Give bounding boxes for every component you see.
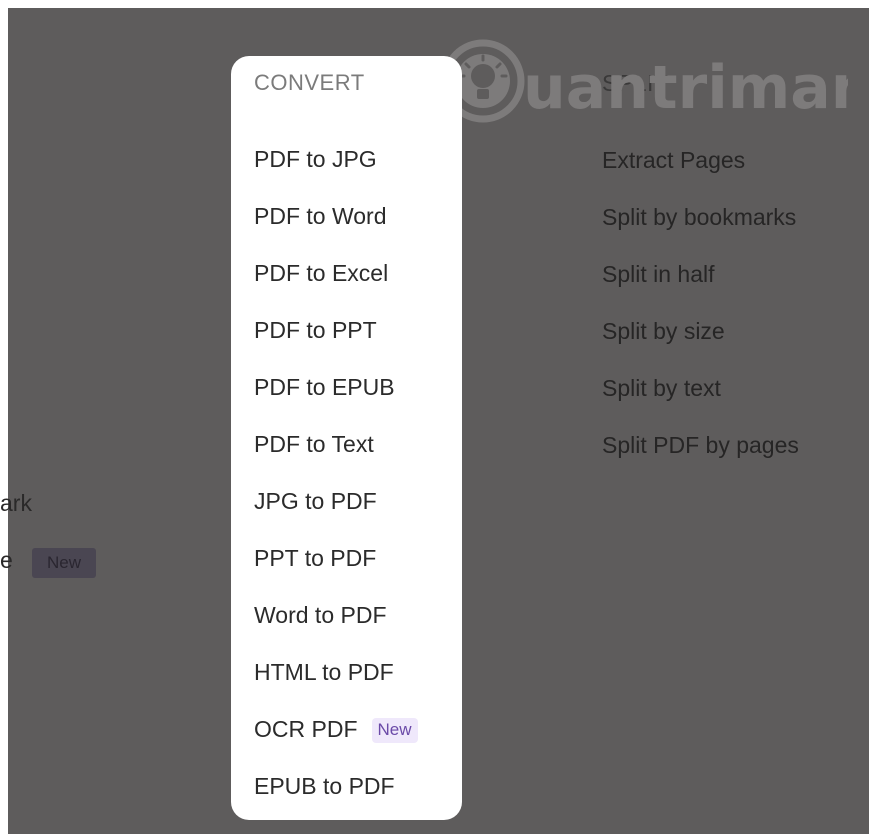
convert-menu-item[interactable]: PDF to PPT (254, 317, 377, 344)
new-badge: New (371, 718, 418, 744)
convert-menu-item-label: PDF to JPG (254, 146, 377, 172)
convert-menu-item-label: PDF to Excel (254, 260, 389, 286)
convert-menu-item-label: EPUB to PDF (254, 773, 395, 799)
convert-menu-item[interactable]: PDF to Word (254, 203, 387, 230)
split-item-text[interactable]: Split by text (602, 375, 721, 402)
convert-menu-item[interactable]: Word to PDF (254, 602, 387, 629)
convert-menu-item-label: Word to PDF (254, 602, 387, 628)
convert-menu-item[interactable]: PPT to PDF (254, 545, 376, 572)
split-item-bookmarks[interactable]: Split by bookmarks (602, 204, 796, 231)
convert-menu-item-label: JPG to PDF (254, 488, 377, 514)
split-item-extract-pages[interactable]: Extract Pages (602, 147, 745, 174)
convert-menu: CONVERT PDF to JPG PDF to Word PDF to Exce… (231, 56, 462, 820)
convert-menu-item-label: OCR PDF (254, 716, 358, 742)
convert-menu-item[interactable]: EPUB to PDF (254, 773, 395, 800)
convert-menu-item-label: PDF to Text (254, 431, 374, 457)
left-menu-item-watermark[interactable]: ark (0, 490, 32, 517)
split-item-by-pages[interactable]: Split PDF by pages (602, 432, 799, 459)
convert-heading: CONVERT (254, 70, 365, 95)
convert-menu-item-label: PPT to PDF (254, 545, 377, 571)
convert-menu-item-label: PDF to Word (254, 203, 387, 229)
split-item-half[interactable]: Split in half (602, 261, 715, 288)
convert-menu-item[interactable]: PDF to Text (254, 431, 374, 458)
convert-menu-item-label: PDF to PPT (254, 317, 377, 343)
convert-menu-item-label: HTML to PDF (254, 659, 394, 685)
convert-menu-item[interactable]: PDF to EPUB (254, 374, 395, 401)
convert-menu-item-label: PDF to EPUB (254, 374, 395, 400)
left-menu-item-partial[interactable]: e (0, 547, 13, 574)
convert-menu-item[interactable]: PDF to JPG (254, 146, 377, 173)
convert-menu-item[interactable]: PDF to Excel (254, 260, 388, 287)
split-item-size[interactable]: Split by size (602, 318, 725, 345)
convert-menu-item[interactable]: JPG to PDF (254, 488, 377, 515)
convert-menu-item[interactable]: HTML to PDF (254, 659, 394, 686)
split-heading: SPLIT (602, 70, 669, 96)
convert-menu-item[interactable]: OCR PDF New (254, 716, 418, 744)
new-badge: New (32, 548, 96, 578)
